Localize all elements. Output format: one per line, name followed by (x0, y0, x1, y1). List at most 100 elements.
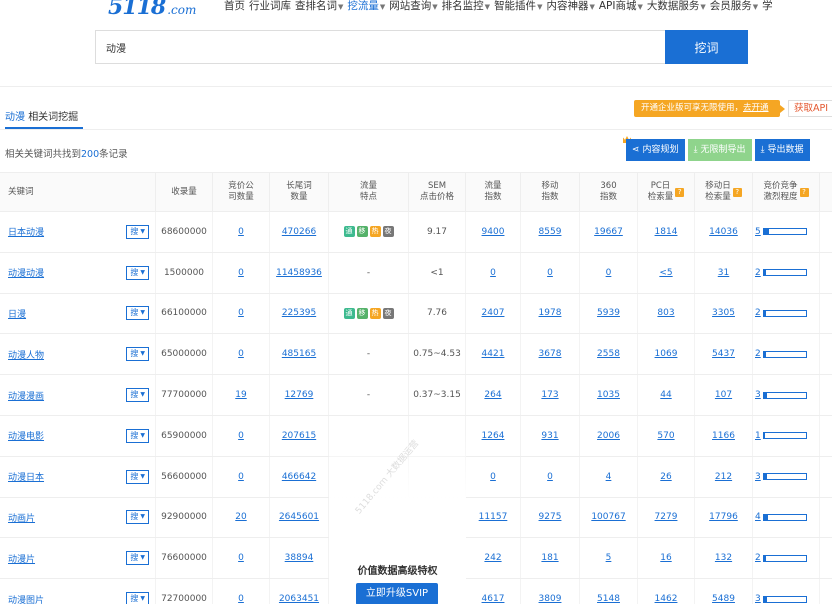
nav-item[interactable]: 排名监控▼ (440, 0, 492, 14)
mobile-index-link[interactable]: 0 (547, 268, 553, 278)
search-engine-dropdown[interactable]: 搜 ▼ (126, 306, 149, 321)
bid-company-link[interactable]: 0 (238, 227, 244, 237)
pc-daily-search-link[interactable]: 44 (660, 390, 671, 400)
nav-item[interactable]: 内容神器▼ (544, 0, 596, 14)
nav-item[interactable]: API商城▼ (597, 0, 645, 14)
mobile-index-link[interactable]: 1978 (539, 308, 562, 318)
longtail-link[interactable]: 470266 (282, 227, 316, 237)
column-header[interactable]: 长尾词 数量 (270, 173, 329, 211)
flow-index-link[interactable]: 0 (490, 472, 496, 482)
competition-value[interactable]: 1 (755, 431, 761, 441)
pc-daily-search-link[interactable]: 7279 (655, 512, 678, 522)
mobile-index-link[interactable]: 3678 (539, 349, 562, 359)
keyword-link[interactable]: 动漫动漫 (8, 266, 44, 279)
search-engine-dropdown[interactable]: 搜 ▼ (126, 551, 149, 566)
column-header[interactable]: 移动 指数 (521, 173, 580, 211)
competition-value[interactable]: 3 (755, 390, 761, 400)
bid-company-link[interactable]: 20 (235, 512, 246, 522)
flow-index-link[interactable]: 1264 (482, 431, 505, 441)
column-header[interactable]: 360 指数 (580, 173, 638, 211)
flow-index-link[interactable]: 264 (484, 390, 501, 400)
search-engine-dropdown[interactable]: 搜 ▼ (126, 388, 149, 403)
mobile-daily-search-link[interactable]: 132 (715, 553, 732, 563)
keyword-link[interactable]: 动漫日本 (8, 470, 44, 483)
nav-item[interactable]: 首页 (222, 0, 247, 14)
mobile-index-link[interactable]: 3809 (539, 594, 562, 604)
help-icon[interactable]: ? (732, 187, 742, 197)
keyword-link[interactable]: 动画片 (8, 511, 35, 524)
bid-company-link[interactable]: 0 (238, 553, 244, 563)
column-header[interactable]: 移动日 检索量? (695, 173, 753, 211)
index-360-link[interactable]: 5 (606, 553, 612, 563)
column-header[interactable]: 竞价公 司数量 (213, 173, 270, 211)
mobile-index-link[interactable]: 8559 (539, 227, 562, 237)
competition-value[interactable]: 4 (755, 512, 761, 522)
logo[interactable]: 5118 .com (108, 0, 196, 18)
longtail-link[interactable]: 466642 (282, 472, 316, 482)
longtail-link[interactable]: 207615 (282, 431, 316, 441)
index-360-link[interactable]: 5939 (597, 308, 620, 318)
longtail-link[interactable]: 12769 (285, 390, 314, 400)
flow-index-link[interactable]: 2407 (482, 308, 505, 318)
column-header[interactable]: SEM 点击价格 (409, 173, 466, 211)
flow-index-link[interactable]: 4617 (482, 594, 505, 604)
mobile-daily-search-link[interactable]: 1166 (712, 431, 735, 441)
help-icon[interactable]: ? (799, 187, 809, 197)
upgrade-svip-button[interactable]: 立即升级SVIP (356, 583, 438, 604)
mobile-daily-search-link[interactable]: 5489 (712, 594, 735, 604)
longtail-link[interactable]: 2645601 (279, 512, 319, 522)
search-button[interactable]: 挖词 (665, 30, 748, 64)
search-input[interactable] (95, 30, 665, 64)
search-engine-dropdown[interactable]: 搜 ▼ (126, 469, 149, 484)
flow-index-link[interactable]: 4421 (482, 349, 505, 359)
index-360-link[interactable]: 4 (606, 472, 612, 482)
mobile-daily-search-link[interactable]: 17796 (709, 512, 738, 522)
competition-value[interactable]: 2 (755, 268, 761, 278)
competition-value[interactable]: 3 (755, 472, 761, 482)
nav-item[interactable]: 智能插件▼ (492, 0, 544, 14)
mobile-index-link[interactable]: 9275 (539, 512, 562, 522)
column-header[interactable]: 收录量 (156, 173, 213, 211)
tab-related-words[interactable]: 动漫 相关词挖掘 (5, 108, 78, 123)
help-icon[interactable]: ? (675, 187, 685, 197)
keyword-link[interactable]: 动漫人物 (8, 348, 44, 361)
column-header[interactable]: PC日 检索量? (638, 173, 695, 211)
bid-company-link[interactable]: 0 (238, 472, 244, 482)
search-engine-dropdown[interactable]: 搜 ▼ (126, 510, 149, 525)
pc-daily-search-link[interactable]: 803 (657, 308, 674, 318)
competition-value[interactable]: 5 (755, 227, 761, 237)
mobile-daily-search-link[interactable]: 212 (715, 472, 732, 482)
search-engine-dropdown[interactable]: 搜 ▼ (126, 592, 149, 604)
keyword-link[interactable]: 动漫电影 (8, 429, 44, 442)
nav-item[interactable]: 挖流量▼ (345, 0, 387, 14)
pc-daily-search-link[interactable]: 1069 (655, 349, 678, 359)
bid-company-link[interactable]: 0 (238, 268, 244, 278)
mobile-daily-search-link[interactable]: 31 (718, 268, 729, 278)
nav-item[interactable]: 行业词库 (247, 0, 293, 14)
mobile-index-link[interactable]: 0 (547, 472, 553, 482)
mobile-index-link[interactable]: 181 (541, 553, 558, 563)
keyword-link[interactable]: 动漫漫画 (8, 389, 44, 402)
keyword-link[interactable]: 日本动漫 (8, 225, 44, 238)
pc-daily-search-link[interactable]: 1462 (655, 594, 678, 604)
keyword-link[interactable]: 动漫片 (8, 552, 35, 565)
mobile-index-link[interactable]: 173 (541, 390, 558, 400)
bid-company-link[interactable]: 19 (235, 390, 246, 400)
mobile-daily-search-link[interactable]: 5437 (712, 349, 735, 359)
competition-value[interactable]: 2 (755, 553, 761, 563)
bid-company-link[interactable]: 0 (238, 431, 244, 441)
mobile-daily-search-link[interactable]: 14036 (709, 227, 738, 237)
nav-item[interactable]: 网站查询▼ (387, 0, 439, 14)
column-header[interactable]: 竞价竞争 激烈程度? (753, 173, 820, 211)
search-engine-dropdown[interactable]: 搜 ▼ (126, 265, 149, 280)
bid-company-link[interactable]: 0 (238, 308, 244, 318)
flow-index-link[interactable]: 242 (484, 553, 501, 563)
index-360-link[interactable]: 2558 (597, 349, 620, 359)
pc-daily-search-link[interactable]: 1814 (655, 227, 678, 237)
competition-value[interactable]: 2 (755, 308, 761, 318)
mobile-daily-search-link[interactable]: 107 (715, 390, 732, 400)
nav-item[interactable]: 会员服务▼ (708, 0, 760, 14)
export-data-button[interactable]: ⤓ 导出数据 (754, 139, 810, 161)
index-360-link[interactable]: 2006 (597, 431, 620, 441)
longtail-link[interactable]: 11458936 (276, 268, 322, 278)
